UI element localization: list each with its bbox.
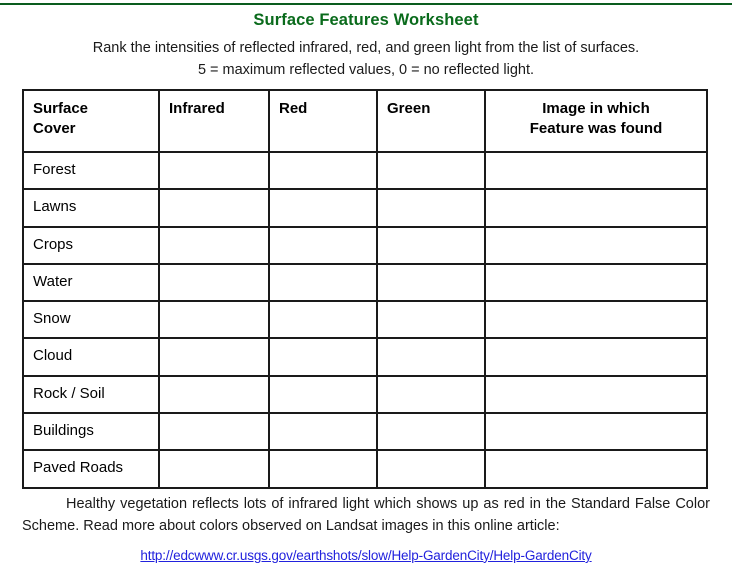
cell-snow-infrared[interactable]: [158, 300, 270, 340]
cell-crops-red[interactable]: [268, 225, 378, 265]
cell-snow-green[interactable]: [376, 300, 486, 340]
column-header-red-label: Red: [279, 100, 308, 117]
cell-paved-roads-infrared[interactable]: [158, 449, 270, 489]
cell-forest-green[interactable]: [376, 150, 486, 191]
cell-paved-roads-image[interactable]: [484, 449, 708, 489]
column-header-green-label: Green: [387, 100, 431, 117]
cell-forest-image[interactable]: [484, 150, 708, 191]
cell-lawns-green[interactable]: [376, 188, 486, 228]
footer: Healthy vegetation reflects lots of infr…: [22, 493, 710, 565]
row-label-rock-soil: Rock / Soil: [22, 374, 160, 415]
subtitle-line-1: Rank the intensities of reflected infrar…: [92, 40, 640, 56]
cell-water-green[interactable]: [376, 262, 486, 303]
cell-cloud-green[interactable]: [376, 337, 486, 377]
cell-water-image[interactable]: [484, 262, 708, 303]
cell-forest-infrared[interactable]: [158, 150, 270, 191]
subtitle-line-2: 5 = maximum reflected values, 0 = no ref…: [197, 62, 535, 79]
worksheet-page: Surface Features Worksheet Rank the inte…: [0, 0, 732, 81]
row-label-lawns: Lawns: [22, 188, 160, 228]
table-row: Water: [22, 262, 708, 303]
column-header-surface-cover-line1: Surface: [33, 100, 89, 117]
row-label-paved-roads: Paved Roads: [22, 449, 160, 489]
cell-lawns-red[interactable]: [268, 188, 378, 228]
surface-features-table: Surface Cover Infrared Red Green Image i…: [22, 89, 708, 489]
cell-paved-roads-green[interactable]: [376, 449, 486, 489]
column-header-image-found-line1: Image in which: [542, 100, 650, 117]
column-header-image-found-line2: Feature was found: [529, 120, 663, 138]
cell-buildings-green[interactable]: [376, 412, 486, 452]
column-header-surface-cover-line2: Cover: [33, 120, 76, 138]
cell-lawns-image[interactable]: [484, 188, 708, 228]
cell-rock-soil-image[interactable]: [484, 374, 708, 415]
table-row: Paved Roads: [22, 449, 708, 489]
cell-rock-soil-infrared[interactable]: [158, 374, 270, 415]
row-label-crops: Crops: [22, 225, 160, 265]
page-title: Surface Features Worksheet: [253, 11, 479, 29]
table-row: Forest: [22, 150, 708, 191]
table-body: Forest Lawns Crops Water Snow Cloud Rock…: [22, 150, 708, 489]
cell-buildings-infrared[interactable]: [158, 412, 270, 452]
cell-cloud-infrared[interactable]: [158, 337, 270, 377]
row-label-water: Water: [22, 262, 160, 303]
footer-link-line: http://edcwww.cr.usgs.gov/earthshots/slo…: [22, 538, 710, 565]
row-label-cloud: Cloud: [22, 337, 160, 377]
cell-water-red[interactable]: [268, 262, 378, 303]
cell-buildings-red[interactable]: [268, 412, 378, 452]
column-header-red: Red: [268, 89, 378, 153]
column-header-image-found: Image in which Feature was found: [484, 89, 708, 153]
footer-paragraph: Healthy vegetation reflects lots of infr…: [22, 496, 710, 535]
row-label-snow: Snow: [22, 300, 160, 340]
row-label-forest: Forest: [22, 150, 160, 191]
cell-buildings-image[interactable]: [484, 412, 708, 452]
cell-cloud-image[interactable]: [484, 337, 708, 377]
cell-crops-infrared[interactable]: [158, 225, 270, 265]
cell-crops-image[interactable]: [484, 225, 708, 265]
cell-forest-red[interactable]: [268, 150, 378, 191]
table-row: Cloud: [22, 337, 708, 377]
cell-lawns-infrared[interactable]: [158, 188, 270, 228]
column-header-infrared: Infrared: [158, 89, 270, 153]
table-header-row: Surface Cover Infrared Red Green Image i…: [22, 89, 708, 153]
cell-rock-soil-red[interactable]: [268, 374, 378, 415]
table-header: Surface Cover Infrared Red Green Image i…: [22, 89, 708, 153]
cell-crops-green[interactable]: [376, 225, 486, 265]
column-header-surface-cover: Surface Cover: [22, 89, 160, 153]
worksheet-table-container: Surface Cover Infrared Red Green Image i…: [22, 89, 708, 489]
cell-rock-soil-green[interactable]: [376, 374, 486, 415]
article-link[interactable]: http://edcwww.cr.usgs.gov/earthshots/slo…: [140, 548, 591, 563]
column-header-infrared-label: Infrared: [169, 100, 225, 117]
cell-snow-image[interactable]: [484, 300, 708, 340]
table-row: Snow: [22, 300, 708, 340]
table-row: Crops: [22, 225, 708, 265]
row-label-buildings: Buildings: [22, 412, 160, 452]
cell-cloud-red[interactable]: [268, 337, 378, 377]
cell-paved-roads-red[interactable]: [268, 449, 378, 489]
column-header-green: Green: [376, 89, 486, 153]
table-row: Rock / Soil: [22, 374, 708, 415]
table-row: Buildings: [22, 412, 708, 452]
table-row: Lawns: [22, 188, 708, 228]
cell-snow-red[interactable]: [268, 300, 378, 340]
cell-water-infrared[interactable]: [158, 262, 270, 303]
